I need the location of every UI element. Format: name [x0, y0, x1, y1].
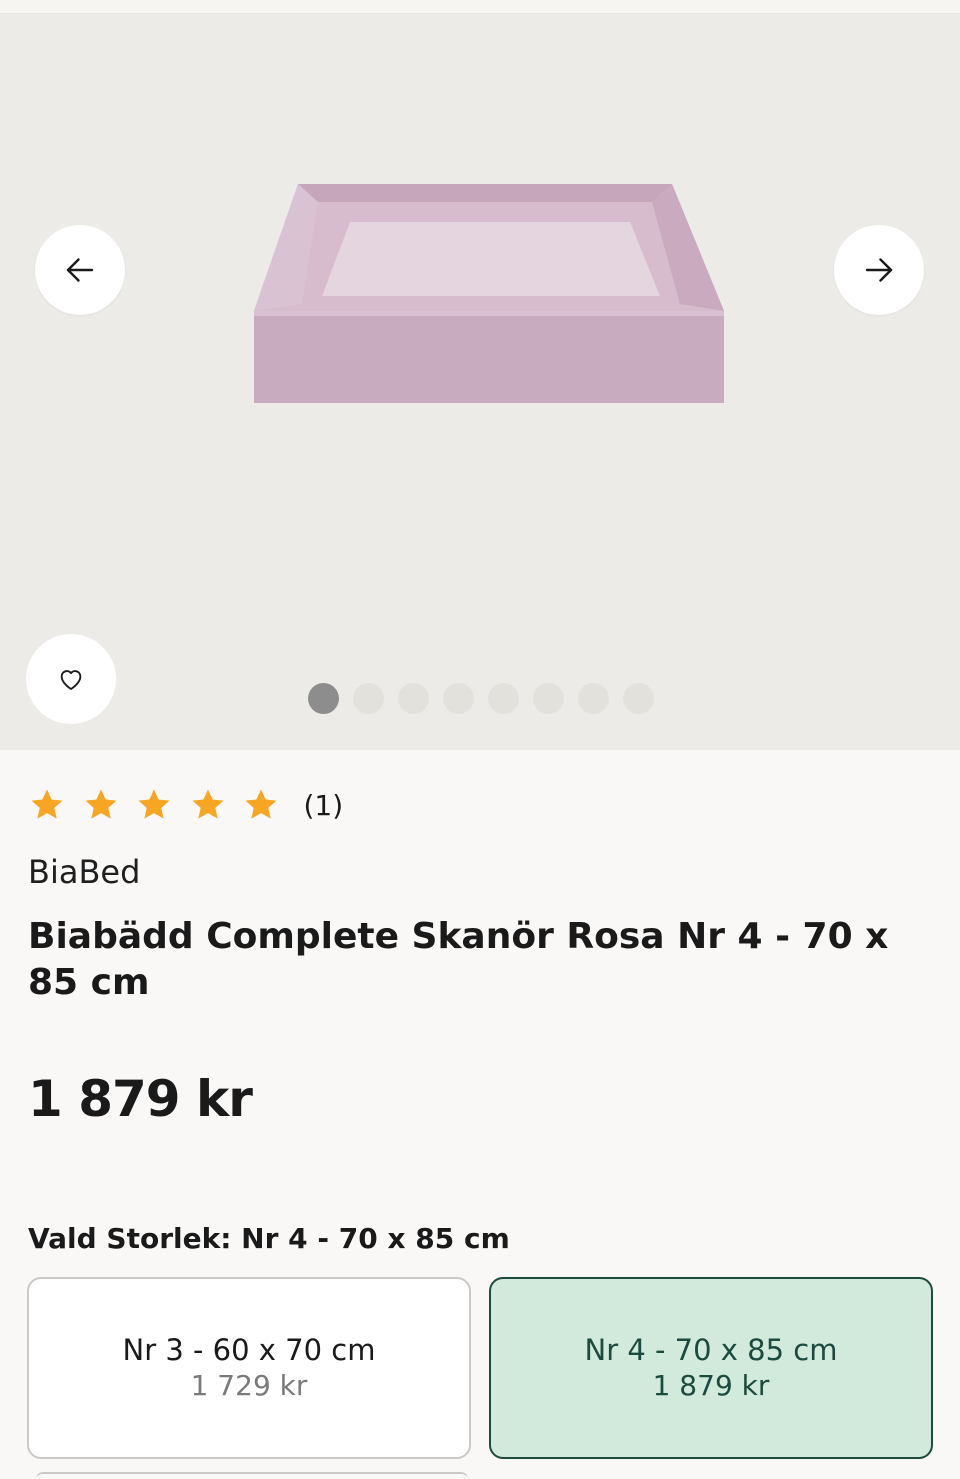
star-icon	[84, 789, 117, 819]
product-rating[interactable]: (1)	[28, 786, 343, 824]
gallery-dot[interactable]	[398, 683, 429, 714]
size-option-price: 1 729 kr	[190, 1369, 308, 1402]
favorite-button[interactable]	[26, 634, 116, 724]
product-title: Biabädd Complete Skanör Rosa Nr 4 - 70 x…	[28, 916, 889, 1003]
gallery-dot[interactable]	[578, 683, 609, 714]
gallery-dot[interactable]	[353, 683, 384, 714]
gallery-dot[interactable]	[443, 683, 474, 714]
star-icon	[31, 789, 63, 819]
size-option-name: Nr 3 - 60 x 70 cm	[122, 1333, 376, 1367]
star-icon	[138, 789, 170, 819]
gallery-dot[interactable]	[308, 683, 339, 714]
star-icon	[245, 789, 277, 819]
heart-icon	[60, 670, 82, 690]
size-option-nr4[interactable]: Nr 4 - 70 x 85 cm 1 879 kr	[489, 1277, 933, 1459]
top-bar	[0, 0, 960, 14]
product-gallery[interactable]	[0, 14, 960, 750]
star-rating	[28, 786, 296, 824]
size-option-nr3[interactable]: Nr 3 - 60 x 70 cm 1 729 kr	[27, 1277, 471, 1459]
next-image-button[interactable]	[834, 225, 924, 315]
size-option-name: Nr 4 - 70 x 85 cm	[584, 1333, 838, 1367]
brand-name[interactable]: BiaBed	[28, 853, 140, 891]
product-price: 1 879 kr	[28, 1070, 253, 1128]
arrow-right-icon	[865, 258, 893, 282]
gallery-dot[interactable]	[488, 683, 519, 714]
star-icon	[191, 789, 224, 819]
size-option-price: 1 879 kr	[652, 1369, 770, 1402]
selected-size-label: Vald Storlek: Nr 4 - 70 x 85 cm	[28, 1222, 510, 1255]
arrow-left-icon	[66, 258, 94, 282]
rating-count[interactable]: (1)	[304, 789, 344, 822]
next-size-option-edge[interactable]	[36, 1472, 468, 1479]
gallery-pagination	[308, 683, 654, 714]
gallery-dot[interactable]	[623, 683, 654, 714]
gallery-dot[interactable]	[533, 683, 564, 714]
product-image	[254, 184, 724, 403]
previous-image-button[interactable]	[35, 225, 125, 315]
